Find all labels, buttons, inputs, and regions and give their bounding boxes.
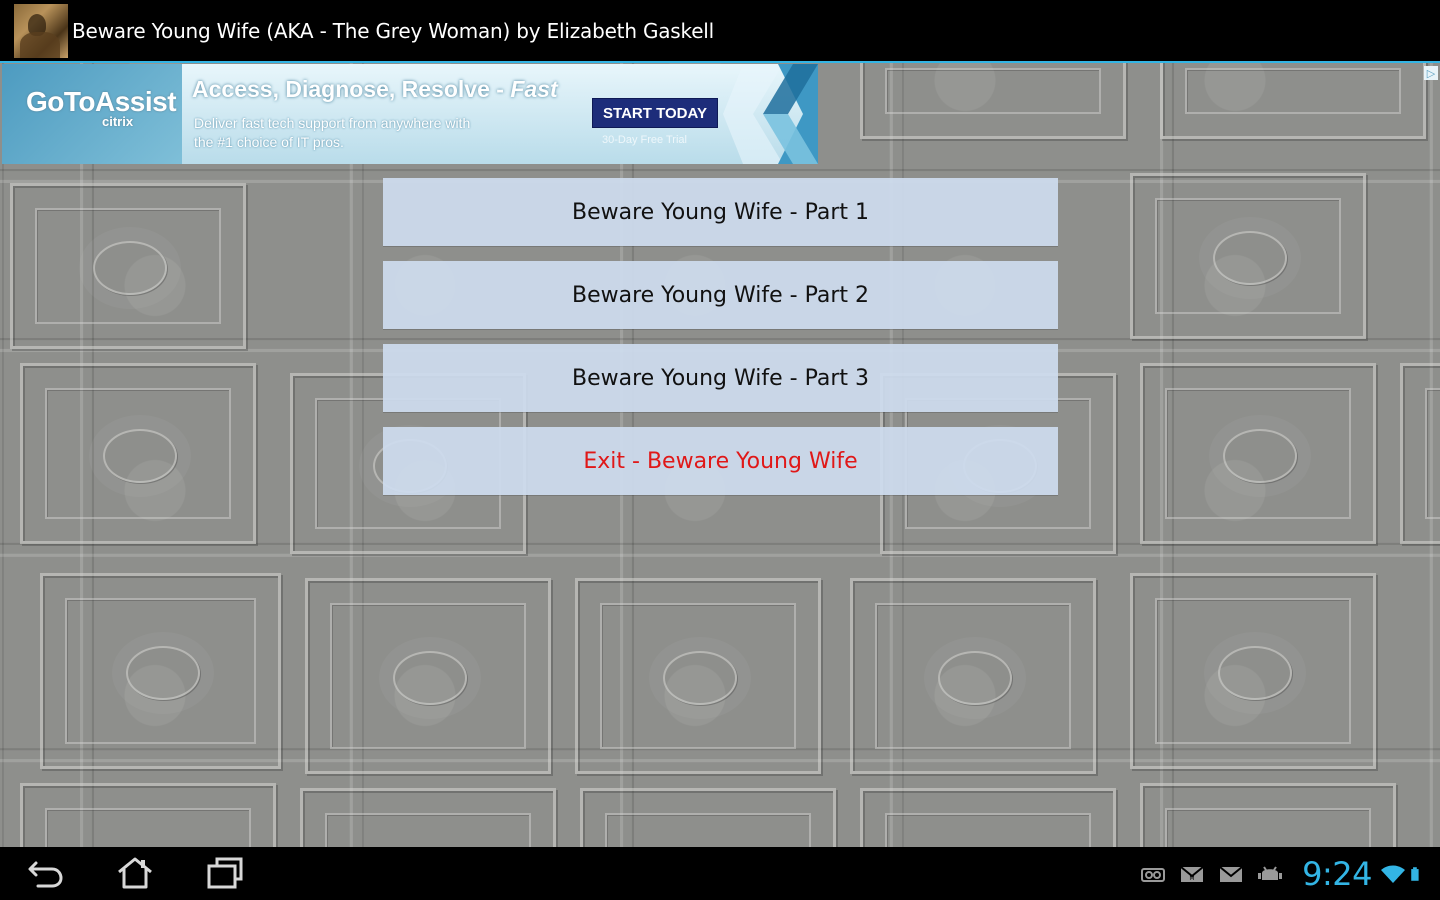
status-clock: 9:24 (1302, 854, 1372, 893)
ceiling-tile (40, 573, 281, 769)
ad-brand-logo: GoToAssist citrix (26, 86, 177, 129)
home-icon[interactable] (115, 855, 155, 891)
ceiling-tile (1140, 363, 1376, 544)
battery-icon (1411, 866, 1419, 881)
part-1-button[interactable]: Beware Young Wife - Part 1 (383, 178, 1058, 246)
app-title: Beware Young Wife (AKA - The Grey Woman)… (72, 19, 715, 43)
ceiling-tile (575, 578, 821, 774)
ceiling-tile (1140, 783, 1396, 847)
ad-headline: Access, Diagnose, Resolve - Fast (192, 76, 558, 103)
svg-text:M: M (1190, 875, 1195, 882)
ad-info-icon[interactable]: ▷ (1424, 66, 1438, 80)
ad-banner[interactable]: GoToAssist citrix Access, Diagnose, Reso… (2, 64, 818, 164)
android-debug-icon (1258, 865, 1283, 880)
ad-headline-emphasis: Fast (510, 76, 558, 102)
exit-button[interactable]: Exit - Beware Young Wife (383, 427, 1058, 495)
book-cover-icon[interactable] (14, 4, 68, 58)
part-2-button[interactable]: Beware Young Wife - Part 2 (383, 261, 1058, 329)
ceiling-tile (20, 783, 276, 847)
ceiling-tile (580, 788, 836, 847)
ceiling-tile (850, 578, 1096, 774)
ceiling-tile (1400, 363, 1440, 544)
ad-body: Deliver fast tech support from anywhere … (194, 114, 554, 152)
action-bar: Beware Young Wife (AKA - The Grey Woman)… (0, 0, 1440, 62)
ad-chevron-graphic (723, 64, 818, 164)
ad-body-line: the #1 choice of IT pros. (194, 134, 344, 150)
ad-brand-name: GoToAssist (26, 86, 177, 117)
ceiling-tile (1160, 63, 1426, 139)
ceiling-tile (305, 578, 551, 774)
gmail-icon: M (1180, 865, 1204, 882)
ceiling-tile (860, 788, 1116, 847)
part-3-button[interactable]: Beware Young Wife - Part 3 (383, 344, 1058, 412)
ad-trial-text: 30-Day Free Trial (602, 134, 687, 146)
recent-apps-icon[interactable] (205, 855, 245, 891)
ceiling-tile (1130, 573, 1376, 769)
chapter-menu: Beware Young Wife - Part 1 Beware Young … (383, 178, 1058, 510)
ceiling-tile (10, 183, 246, 349)
ceiling-tile (300, 788, 556, 847)
ad-headline-text: Access, Diagnose, Resolve - (192, 76, 511, 102)
status-area[interactable]: M 9:24 (1140, 847, 1440, 900)
ceiling-tile (860, 63, 1126, 139)
wifi-icon (1381, 865, 1405, 883)
back-icon[interactable] (26, 855, 66, 891)
ad-body-line: Deliver fast tech support from anywhere … (194, 115, 471, 131)
system-bar: M 9:24 (0, 847, 1440, 900)
ceiling-tile (1130, 173, 1366, 339)
email-icon (1219, 865, 1243, 882)
ceiling-tile (20, 363, 256, 544)
voicemail-icon (1141, 867, 1166, 882)
ad-cta-button[interactable]: START TODAY (592, 98, 718, 128)
